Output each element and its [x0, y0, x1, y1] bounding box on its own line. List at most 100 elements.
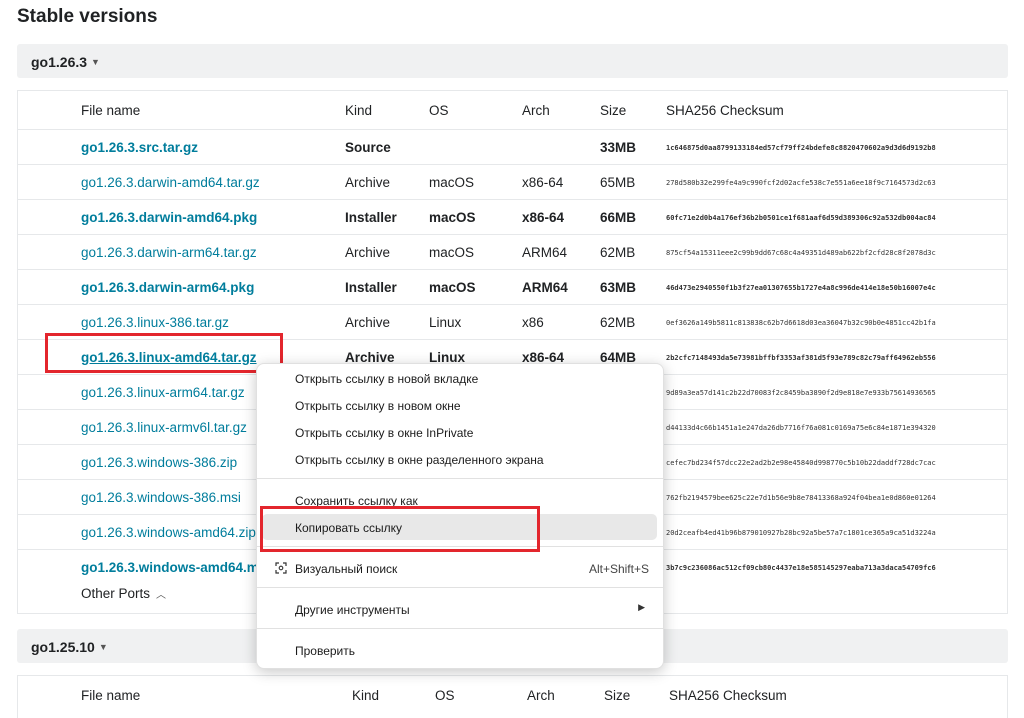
os-cell: Linux: [429, 315, 462, 330]
menu-separator: [257, 478, 663, 479]
version-label: go1.26.3: [31, 54, 88, 70]
arch-cell: x86-64: [522, 175, 564, 190]
col-os: OS: [429, 103, 449, 118]
menu-open-new-tab[interactable]: Открыть ссылку в новой вкладке: [257, 365, 663, 391]
table-row: go1.26.3.darwin-amd64.tar.gz Archive macOS…: [18, 164, 1007, 199]
menu-more-tools[interactable]: Другие инструменты ▶: [257, 596, 663, 622]
menu-item-label: Копировать ссылку: [295, 521, 402, 535]
menu-item-label: Сохранить ссылку как: [295, 494, 418, 508]
sha-cell: 875cf54a15311eee2c99b9dd67c68c4a49351d48…: [666, 249, 936, 257]
sha-cell: d44133d4c66b1451a1e247da26db7716f76a081c…: [666, 424, 936, 432]
sha-cell: cefec7bd234f57dcc22e2ad2b2e98e45840d9987…: [666, 459, 936, 467]
kind-cell: Archive: [345, 175, 391, 190]
col-arch: Arch: [527, 688, 555, 703]
arch-cell: x86: [522, 315, 544, 330]
menu-open-inprivate[interactable]: Открыть ссылку в окне InPrivate: [257, 419, 663, 445]
col-size: Size: [600, 103, 627, 118]
sha-cell: 762fb2194579bee625c22e7d1b56e9b8e7841336…: [666, 494, 936, 502]
os-cell: macOS: [429, 175, 475, 190]
col-sha: SHA256 Checksum: [666, 103, 784, 118]
file-name-link[interactable]: go1.26.3.linux-arm64.tar.gz: [81, 385, 245, 400]
kind-cell: Archive: [345, 315, 391, 330]
chevron-up-icon: ︿: [156, 590, 167, 601]
arch-cell: ARM64: [522, 245, 568, 260]
menu-item-label: Открыть ссылку в новой вкладке: [295, 372, 479, 386]
kind-cell: Archive: [345, 245, 391, 260]
sha-cell: 9d89a3ea57d141c2b22d70083f2c8459ba3890f2…: [666, 389, 936, 397]
file-name-link[interactable]: go1.26.3.darwin-arm64.pkg: [81, 280, 254, 295]
file-name-link[interactable]: go1.26.3.darwin-arm64.tar.gz: [81, 245, 257, 260]
file-name-link[interactable]: go1.26.3.windows-386.zip: [81, 455, 237, 470]
arch-cell: x86-64: [522, 210, 565, 225]
menu-save-link-as[interactable]: Сохранить ссылку как: [257, 487, 663, 513]
col-size: Size: [604, 688, 631, 703]
col-kind: Kind: [345, 103, 373, 118]
menu-open-split-screen[interactable]: Открыть ссылку в окне разделенного экран…: [257, 446, 663, 472]
sha-cell: 0ef3626a149b5811c813838c62b7d6618d03ea36…: [666, 319, 936, 327]
menu-item-label: Открыть ссылку в окне разделенного экран…: [295, 453, 544, 467]
os-cell: macOS: [429, 245, 475, 260]
table-header: File name Kind OS Arch Size SHA256 Check…: [18, 91, 1007, 129]
kind-cell: Installer: [345, 280, 397, 295]
col-os: OS: [435, 688, 455, 703]
file-name-link[interactable]: go1.26.3.windows-amd64.zip: [81, 525, 256, 540]
kind-cell: Installer: [345, 210, 397, 225]
caret-down-icon: ▼: [98, 642, 108, 652]
menu-item-label: Открыть ссылку в новом окне: [295, 399, 461, 413]
file-name-link[interactable]: go1.26.3.linux-armv6l.tar.gz: [81, 420, 247, 435]
page-title: Stable versions: [17, 6, 158, 27]
menu-item-shortcut: Alt+Shift+S: [588, 562, 649, 576]
sha-cell: 20d2ceafb4ed41b96b879010927b28bc92a5be57…: [666, 529, 936, 537]
sha-cell: 46d473e2940550f1b3f27ea01307655b1727e4a8…: [666, 284, 936, 292]
kind-cell: Source: [345, 140, 391, 155]
menu-visual-search[interactable]: Визуальный поиск Alt+Shift+S: [257, 555, 663, 581]
caret-down-icon: ▼: [91, 57, 100, 67]
col-file-name: File name: [81, 688, 141, 703]
os-cell: macOS: [429, 210, 476, 225]
version-toggle-go1-26-3[interactable]: go1.26.3 ▼: [17, 44, 1008, 78]
table-row: go1.26.3.darwin-arm64.tar.gz Archive macOS…: [18, 234, 1007, 269]
menu-separator: [257, 546, 663, 547]
downloads-table-go1-25-10: File name Kind OS Arch Size SHA256 Check…: [17, 675, 1008, 718]
menu-item-label: Открыть ссылку в окне InPrivate: [295, 426, 474, 440]
size-cell: 62MB: [600, 245, 636, 260]
sha-cell: 278d580b32e299fe4a9c990fcf2d02acfe538c7e…: [666, 179, 936, 187]
file-name-link[interactable]: go1.26.3.src.tar.gz: [81, 140, 198, 155]
other-ports-label: Other Ports: [81, 586, 151, 601]
file-name-link[interactable]: go1.26.3.darwin-amd64.pkg: [81, 210, 257, 225]
menu-item-label: Визуальный поиск: [295, 562, 398, 576]
table-row: go1.26.3.linux-386.tar.gz Archive Linux x86…: [18, 304, 1007, 339]
sha-cell: 1c646875d0aa8799133184ed57cf79ff24bdefe8…: [666, 144, 936, 152]
table-row: go1.26.3.darwin-amd64.pkg Installer macOS x…: [18, 199, 1007, 234]
file-name-link[interactable]: go1.26.3.linux-amd64.tar.gz: [81, 350, 257, 365]
size-cell: 66MB: [600, 210, 637, 225]
col-kind: Kind: [352, 688, 380, 703]
version-label: go1.25.10: [31, 639, 95, 655]
table-header: File name Kind OS Arch Size SHA256 Check…: [18, 676, 1007, 714]
os-cell: macOS: [429, 280, 476, 295]
size-cell: 65MB: [600, 175, 636, 190]
sha-cell: 2b2cfc7148493da5e73981bffbf3353af381d5f9…: [666, 354, 936, 362]
col-sha: SHA256 Checksum: [669, 688, 787, 703]
size-cell: 33MB: [600, 140, 637, 155]
menu-item-label: Другие инструменты: [295, 603, 410, 617]
menu-open-new-window[interactable]: Открыть ссылку в новом окне: [257, 392, 663, 418]
table-row: go1.26.3.darwin-arm64.pkg Installer macOS A…: [18, 269, 1007, 304]
file-name-link[interactable]: go1.26.3.linux-386.tar.gz: [81, 315, 229, 330]
sha-cell: 60fc71e2d0b4a176ef36b2b0501ce1f681aaf6d5…: [666, 214, 936, 222]
size-cell: 62MB: [600, 315, 636, 330]
file-name-link[interactable]: go1.26.3.darwin-amd64.tar.gz: [81, 175, 260, 190]
menu-copy-link[interactable]: Копировать ссылку: [257, 514, 663, 540]
file-name-link[interactable]: go1.26.3.windows-386.msi: [81, 490, 241, 505]
col-file-name: File name: [81, 103, 141, 118]
file-name-link[interactable]: go1.26.3.windows-amd64.m: [81, 560, 259, 575]
table-row: go1.26.3.src.tar.gz Source 33MB 1c646875d0a…: [18, 129, 1007, 164]
other-ports-toggle[interactable]: Other Ports ︿: [81, 586, 166, 601]
size-cell: 63MB: [600, 280, 637, 295]
visual-search-icon: [275, 562, 287, 577]
context-menu: Открыть ссылку в новой вкладке Открыть с…: [256, 363, 664, 669]
menu-inspect[interactable]: Проверить: [257, 637, 663, 663]
chevron-right-icon: ▶: [638, 602, 645, 612]
sha-cell: 3b7c9c236086ac512cf09cb80c4437e18e585145…: [666, 564, 936, 572]
arch-cell: ARM64: [522, 280, 568, 295]
